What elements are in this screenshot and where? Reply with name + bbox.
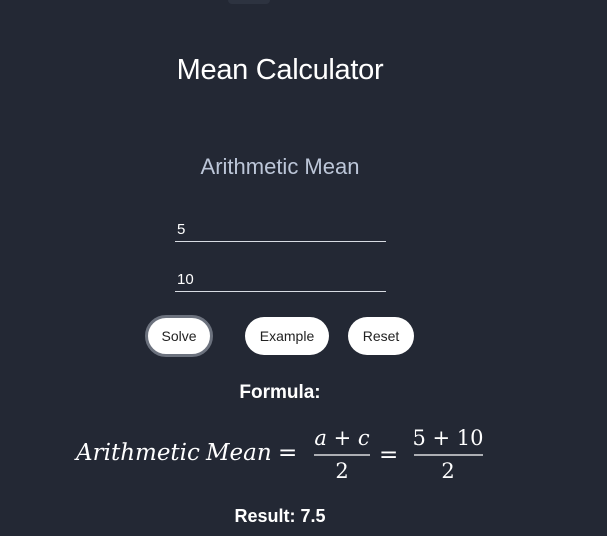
formula-equals-2: = [379, 442, 398, 468]
formula-svg: Arithmetic Mean = a + c 2 = 5 + 10 2 [74, 426, 484, 483]
formula-lhs-word1: Arithmetic [74, 440, 200, 466]
formula-numeric-numerator: 5 + 10 [412, 426, 483, 450]
mean-calculator-page: Mean Calculator Arithmetic Mean Solve Ex… [0, 0, 607, 536]
solve-button[interactable]: Solve [145, 315, 213, 357]
formula-lhs-word2: Mean [205, 440, 272, 466]
result-text: Result: 7.5 [234, 506, 326, 526]
page-title: Mean Calculator [176, 54, 384, 86]
value-a-input[interactable] [175, 218, 386, 242]
formula-equals-1: = [278, 440, 297, 466]
formula-display: Arithmetic Mean = a + c 2 = 5 + 10 2 [0, 418, 607, 488]
formula-symbolic-numerator: a + c [314, 426, 369, 450]
top-scroll-fragment [228, 0, 270, 4]
section-title: Arithmetic Mean [200, 154, 360, 179]
formula-symbolic-denominator: 2 [335, 459, 348, 483]
formula-numeric-denominator: 2 [441, 459, 454, 483]
value-c-input[interactable] [175, 268, 386, 292]
reset-button[interactable]: Reset [348, 317, 414, 355]
example-button[interactable]: Example [245, 317, 329, 355]
formula-label: Formula: [239, 382, 321, 403]
